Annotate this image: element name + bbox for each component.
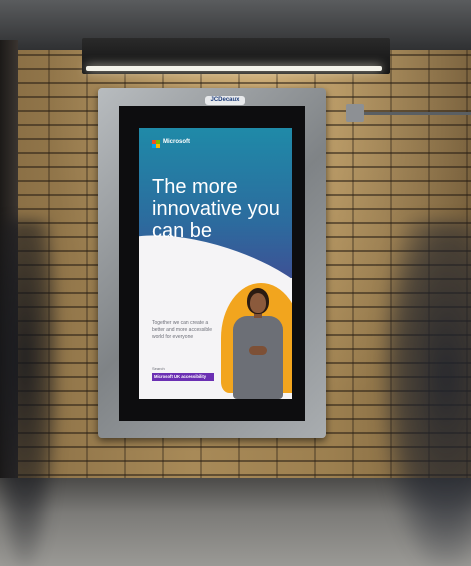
ad-person-photo [227,288,291,399]
ad-body-text: Together we can create a better and more… [152,320,213,340]
ad-brand-name: Microsoft [163,139,190,145]
ceiling-light-tube [86,66,382,71]
motion-blur-passerby-right [380,220,471,566]
motion-blur-passerby-left [0,220,60,566]
ad-search-label: Search [152,366,165,371]
microsoft-logo-icon [152,140,160,148]
wall-conduit [364,112,471,115]
person-body [233,316,283,399]
billboard-frame-label: JCDecaux [205,96,245,105]
logo-yellow-square [156,144,160,148]
person-face [250,293,266,313]
person-hands [249,346,267,355]
microsoft-advertisement: Microsoft The more innovative you can be… [139,128,292,399]
wall-junction-box [346,104,364,122]
ad-search-bar: Microsoft UK accessibility [152,373,214,381]
subway-scene: JCDecaux Microsoft The more innovative y… [0,0,471,566]
ad-headline: The more innovative you can be [152,176,280,242]
